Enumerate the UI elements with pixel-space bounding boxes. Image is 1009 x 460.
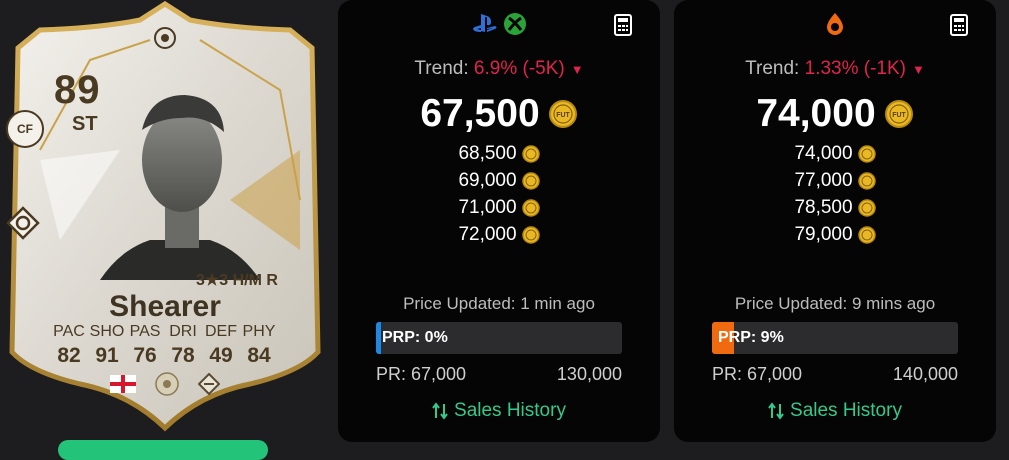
calculator-icon[interactable] xyxy=(950,14,968,36)
price-row: 74,000 xyxy=(674,140,996,167)
stat-label-dri: DRI xyxy=(169,323,197,340)
stat-values: 82 91 76 78 49 84 xyxy=(50,344,278,368)
price-row: 72,000 xyxy=(338,221,660,248)
stat-value-sho: 91 xyxy=(95,344,119,367)
trend-value: 1.33% (-1K) xyxy=(804,58,906,79)
svg-text:FUT: FUT xyxy=(556,112,570,119)
stat-value-phy: 84 xyxy=(247,344,271,367)
lowest-price-value: 74,000 xyxy=(756,92,876,135)
price-value: 74,000 xyxy=(794,142,853,164)
england-flag-icon xyxy=(110,375,136,393)
prp-progress-bar: PRP: 0% xyxy=(376,322,622,354)
price-value: 69,000 xyxy=(458,169,517,191)
fut-coin-icon xyxy=(857,198,876,217)
price-row: 71,000 xyxy=(338,194,660,221)
fut-coin-icon xyxy=(521,225,540,244)
price-value: 79,000 xyxy=(794,223,853,245)
price-range-min: PR: 67,000 xyxy=(712,364,803,384)
prp-label: PRP: 0% xyxy=(382,329,448,346)
price-range: PR: 67,000 140,000 xyxy=(712,364,958,385)
sales-history-label: Sales History xyxy=(790,400,902,421)
fut-coin-icon: FUT xyxy=(548,100,577,128)
stat-label-sho: SHO xyxy=(89,323,125,340)
lowest-price: 74,000 FUT xyxy=(674,92,996,136)
trend-line: Trend: 6.9% (-5K) ▼ xyxy=(338,58,660,80)
stat-label-pac: PAC xyxy=(53,323,85,340)
stat-value-pac: 82 xyxy=(57,344,81,367)
trend-label: Trend: xyxy=(414,58,469,79)
lowest-price-value: 67,500 xyxy=(420,92,540,135)
club-badge-icon xyxy=(198,373,220,395)
sort-arrows-icon xyxy=(432,402,448,420)
trend-down-icon: ▼ xyxy=(912,62,925,77)
icon-league-icon xyxy=(155,372,179,396)
price-panel-pc: Trend: 1.33% (-1K) ▼ 74,000 FUT 74,000 77… xyxy=(674,0,996,442)
fut-coin-icon xyxy=(857,225,876,244)
sales-history-link[interactable]: Sales History xyxy=(338,400,660,422)
price-value: 72,000 xyxy=(458,223,517,245)
price-row: 78,500 xyxy=(674,194,996,221)
xbox-icon xyxy=(504,13,526,35)
sort-arrows-icon xyxy=(768,402,784,420)
trend-label: Trend: xyxy=(745,58,800,79)
trend-line: Trend: 1.33% (-1K) ▼ xyxy=(674,58,996,80)
stat-label-def: DEF xyxy=(205,323,237,340)
fut-coin-icon xyxy=(521,144,540,163)
card-rating: 89 xyxy=(54,68,101,112)
price-row: 68,500 xyxy=(338,140,660,167)
stat-value-pas: 76 xyxy=(133,344,157,367)
platform-icons xyxy=(338,12,660,36)
price-row: 69,000 xyxy=(338,167,660,194)
stat-value-def: 49 xyxy=(209,344,233,367)
price-updated: Price Updated: 9 mins ago xyxy=(734,294,936,313)
green-action-button[interactable] xyxy=(58,440,268,460)
alt-position-badge: CF xyxy=(6,110,44,148)
skills-workrates: 3★3 H/M R xyxy=(196,272,278,289)
card-badges xyxy=(110,372,220,396)
price-updated: Price Updated: 1 min ago xyxy=(403,294,595,313)
price-value: 68,500 xyxy=(458,142,517,164)
playstation-icon xyxy=(473,14,497,32)
price-range-max: 130,000 xyxy=(556,364,622,384)
fut-coin-icon xyxy=(857,144,876,163)
price-panel-console: Trend: 6.9% (-5K) ▼ 67,500 FUT 68,500 69,… xyxy=(338,0,660,442)
stat-labels: PAC SHO PAS DRI DEF PHY xyxy=(50,323,278,341)
price-list: 68,500 69,000 71,000 72,000 xyxy=(338,140,660,248)
fut-coin-icon xyxy=(857,171,876,190)
stat-value-dri: 78 xyxy=(171,344,195,367)
sales-history-link[interactable]: Sales History xyxy=(674,400,996,422)
player-name: Shearer xyxy=(109,290,221,323)
fut-coin-icon xyxy=(521,198,540,217)
svg-text:FUT: FUT xyxy=(892,112,906,119)
trend-down-icon: ▼ xyxy=(570,62,584,77)
price-range-max: 140,000 xyxy=(892,364,958,384)
fut-coin-icon: FUT xyxy=(884,100,913,128)
fut-coin-icon xyxy=(521,171,540,190)
stat-label-pas: PAS xyxy=(129,323,161,340)
lowest-price: 67,500 FUT xyxy=(338,92,660,136)
playstyle-icon xyxy=(6,206,40,240)
price-value: 78,500 xyxy=(794,196,853,218)
price-row: 77,000 xyxy=(674,167,996,194)
player-card[interactable]: 89 ST CF 3★3 H/M R Shearer PAC SHO PAS D… xyxy=(0,0,330,450)
price-range: PR: 67,000 130,000 xyxy=(376,364,622,385)
trend-value: 6.9% (-5K) xyxy=(473,58,565,79)
origin-icon xyxy=(827,13,843,35)
price-row: 79,000 xyxy=(674,221,996,248)
price-range-min: PR: 67,000 xyxy=(376,364,467,384)
stat-label-phy: PHY xyxy=(242,323,276,340)
platform-icons xyxy=(674,12,996,38)
prp-fill xyxy=(376,322,381,354)
prp-label: PRP: 9% xyxy=(718,329,784,346)
price-list: 74,000 77,000 78,500 79,000 xyxy=(674,140,996,248)
prp-progress-bar: PRP: 9% xyxy=(712,322,958,354)
price-value: 71,000 xyxy=(458,196,517,218)
card-position: ST xyxy=(72,113,98,135)
sales-history-label: Sales History xyxy=(454,400,566,421)
price-value: 77,000 xyxy=(794,169,853,191)
calculator-icon[interactable] xyxy=(614,14,632,36)
